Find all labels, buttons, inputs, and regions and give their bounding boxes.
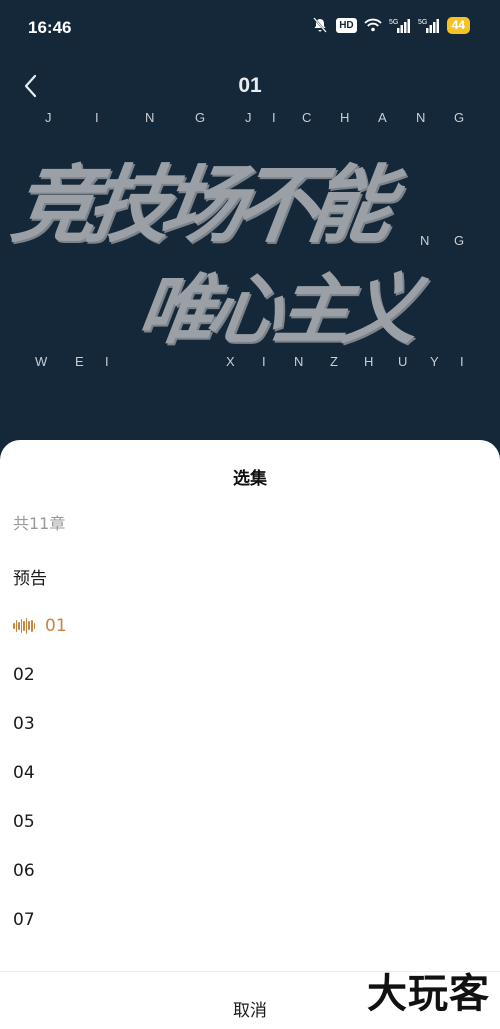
chapter-count: 共11章 (13, 514, 66, 533)
status-time: 16:46 (28, 18, 72, 37)
episode-item-preview[interactable]: 预告 (0, 552, 500, 601)
hd-badge: HD (336, 17, 357, 33)
episode-label: 07 (13, 909, 35, 930)
episode-item-03[interactable]: 03 (0, 699, 500, 748)
signal-icon-2: 5G (418, 16, 440, 34)
episode-title: 01 (238, 74, 262, 97)
watermark-logo: 大玩客 (367, 970, 490, 1017)
episode-list: 预告 01 02 03 04 05 06 07 (0, 552, 500, 944)
wifi-icon (363, 16, 382, 34)
episode-item-07[interactable]: 07 (0, 895, 500, 944)
battery-badge: 44 (446, 16, 470, 34)
sheet-title: 选集 (233, 469, 267, 489)
episode-item-05[interactable]: 05 (0, 797, 500, 846)
sound-wave-icon (13, 617, 36, 634)
episode-item-06[interactable]: 06 (0, 846, 500, 895)
calligraphy-line-2: 唯心主义 (132, 265, 418, 354)
pinyin-top: J I N G J I C H A N G (45, 110, 465, 125)
episode-label: 01 (45, 615, 67, 636)
calligraphy-line-1: 竞技场不能 (6, 155, 391, 254)
cover-art: J I N G J I C H A N G N G W E I X I N Z … (0, 100, 500, 440)
episode-sheet: 选集 共11章 预告 01 02 03 04 05 06 07 取消 (0, 440, 500, 1029)
episode-label: 06 (13, 860, 35, 881)
signal-icon: 5G (389, 16, 411, 34)
episode-label: 02 (13, 664, 35, 685)
status-icons: HD 5G 5G 44 (311, 16, 470, 34)
episode-item-02[interactable]: 02 (0, 650, 500, 699)
episode-label: 03 (13, 713, 35, 734)
net2-label: 5G (418, 19, 427, 26)
episode-label: 04 (13, 762, 35, 783)
episode-label: 05 (13, 811, 35, 832)
status-bar: 16:46 HD 5G 5G 44 (0, 0, 500, 56)
episode-label: 预告 (13, 569, 47, 589)
episode-item-04[interactable]: 04 (0, 748, 500, 797)
episode-item-01[interactable]: 01 (0, 601, 500, 650)
mute-icon (311, 16, 329, 34)
net1-label: 5G (389, 19, 398, 26)
